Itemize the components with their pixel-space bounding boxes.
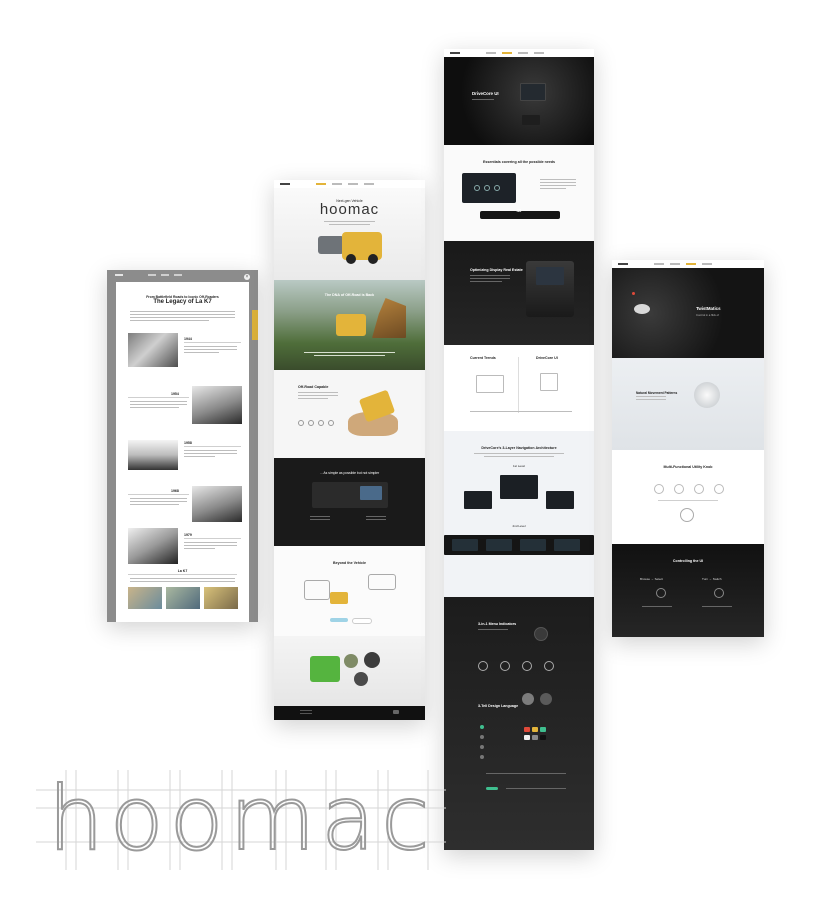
mockup-legacy: × From Battlefield Roads to Iconic Off-R… [107, 270, 258, 622]
hero-car-grey [318, 236, 344, 254]
multi-title: Multi-Functional Utility Knob [663, 465, 713, 469]
product-title: hoomac [319, 201, 380, 218]
layer1-screen-right [546, 491, 574, 509]
controlling-title: Controlling the UI [672, 559, 704, 563]
swatch-green [540, 727, 546, 732]
layer1-screen-center [500, 475, 538, 499]
speed-readout: 40 [516, 208, 522, 213]
optimizing-title: Optimizing Display Real Estate [470, 268, 523, 272]
ui-optimizing: Optimizing Display Real Estate [444, 241, 594, 345]
ui-hero: DriveCore UI [444, 57, 594, 145]
layer2-label: 2nd Level [512, 524, 526, 528]
legacy-photo-1968 [192, 486, 242, 522]
ui-nav[interactable] [444, 49, 594, 57]
architecture-title: DriveCore's 3-Layer Navigation Architect… [481, 446, 557, 450]
ui-trends: Current Trends DriveCore UI [444, 345, 594, 431]
legacy-sheet: From Battlefield Roads to Iconic Off-Roa… [116, 282, 249, 622]
design-screen [360, 486, 382, 500]
wordmark-construction: hoomac [36, 770, 446, 870]
sketch-car-1 [304, 580, 330, 600]
controller-controlling: Controlling the UI Browse → Select Turn … [612, 544, 764, 637]
legacy-photo-1979 [128, 528, 178, 564]
product-variants [274, 636, 425, 706]
product-nav[interactable] [274, 180, 425, 188]
hero-console-screen [520, 83, 546, 101]
legacy-footer-photo-2 [166, 587, 200, 609]
product-outdoor: The DNA of Off-Road is Back [274, 280, 425, 370]
outdoor-title: The DNA of Off-Road is Back [324, 293, 375, 297]
wordmark: hoomac [47, 767, 436, 870]
legacy-car-peek [252, 310, 258, 340]
mode-b-label: Turn → Switch [702, 577, 722, 581]
excavator [372, 298, 406, 338]
mockup-ui: DriveCore UI Essentials covering all the… [444, 49, 594, 850]
mode-a-label: Browse → Select [640, 577, 664, 581]
timeline-year-2: 1954 [171, 392, 179, 396]
product-capable: Off-Road Capable [274, 370, 425, 458]
trends-diagram-left [476, 375, 504, 393]
mockup-controller: TwistMatics Control in a flick of Natura… [612, 260, 764, 637]
indicator-pill-green [486, 787, 498, 790]
col-current: Current Trends [470, 356, 496, 360]
multi-knob [680, 508, 694, 522]
ui-indicators: 3-in-1 Menu Indicators 3-Tell Design Lan… [444, 597, 594, 850]
ui-essentials: Essentials covering all the possible nee… [444, 145, 594, 241]
product-hero: Next-gen Vehicle hoomac [274, 188, 425, 280]
timeline-year-5: 1979 [184, 533, 192, 537]
natural-knob [694, 382, 720, 408]
swatch-grey [532, 735, 538, 740]
sketch-car-2 [368, 574, 396, 590]
variant-car-green [310, 656, 340, 682]
layer1-label: 1st Level [512, 464, 525, 468]
timeline-year-4: 1968 [171, 489, 179, 493]
ui-hero-title: DriveCore UI [472, 91, 499, 96]
controller-hero-sub: Control in a flick of [696, 313, 720, 317]
timeline-year-3: 1958 [184, 441, 192, 445]
timeline-year-1: 1944 [184, 337, 192, 341]
product-design: ... As simple as possible but not simple… [274, 458, 425, 546]
trends-diagram-right [540, 373, 558, 391]
outdoor-car [336, 314, 366, 336]
legacy-topbar [107, 270, 258, 280]
joystick [534, 627, 548, 641]
controller-natural: Natural Movement Patterns [612, 358, 764, 450]
ui-architecture: DriveCore's 3-Layer Navigation Architect… [444, 431, 594, 597]
legacy-photo-1944 [128, 333, 178, 367]
close-icon[interactable]: × [244, 274, 250, 280]
legacy-footer-photo-1 [128, 587, 162, 609]
beyond-title: Beyond the Vehicle [333, 561, 366, 565]
legacy-photo-1958 [128, 440, 178, 470]
indicators-title: 3-in-1 Menu Indicators [478, 622, 517, 626]
capable-title: Off-Road Capable [298, 385, 329, 389]
swatch-red [524, 727, 530, 732]
controller-hero: TwistMatics Control in a flick of [612, 268, 764, 358]
controller-knob [634, 304, 650, 314]
beyond-car-yellow [330, 592, 348, 604]
swatch-white [524, 735, 530, 740]
legacy-title: The Legacy of La K7 [153, 299, 212, 305]
product-beyond: Beyond the Vehicle [274, 546, 425, 636]
product-footer [274, 706, 425, 720]
legacy-footer-photo-3 [204, 587, 238, 609]
mockup-product: Next-gen Vehicle hoomac The DNA of Off-R… [274, 180, 425, 720]
beyond-button-primary[interactable] [330, 618, 348, 622]
legacy-photo-1954 [192, 386, 242, 424]
controller-multi: Multi-Functional Utility Knob [612, 450, 764, 544]
controller-nav[interactable] [612, 260, 764, 268]
swatch-black [540, 735, 546, 740]
design-language-title: 3-Tell Design Language [478, 704, 519, 708]
col-drivecore: DriveCore UI [536, 356, 558, 360]
design-title: ... As simple as possible but not simple… [319, 471, 380, 475]
layer1-screen-left [464, 491, 492, 509]
swatch-yellow [532, 727, 538, 732]
beyond-button-secondary[interactable] [352, 618, 372, 624]
essentials-title: Essentials covering all the possible nee… [482, 160, 556, 164]
